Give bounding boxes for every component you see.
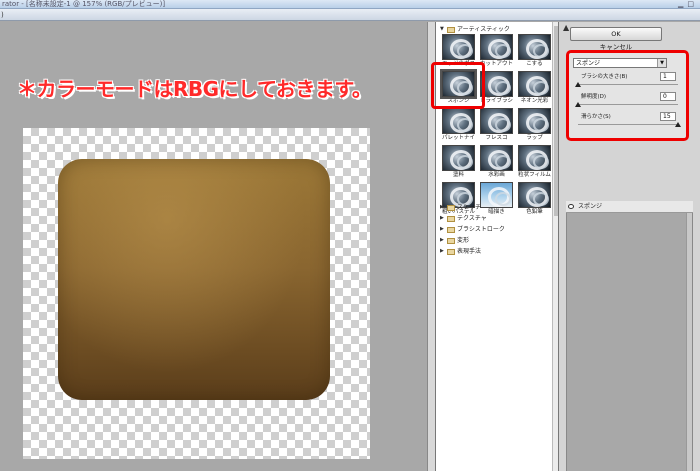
filter-thumb-5[interactable]: ネオン光彩 [518, 71, 551, 107]
filter-thumb-14[interactable]: 色鉛筆 [518, 182, 551, 218]
annotation-note: ＊カラーモードはRBGにしておきます。 [17, 77, 372, 101]
menu-strip: ) [0, 9, 700, 21]
filter-preview-image [480, 108, 513, 134]
param-label: ブラシの大きさ(B) [581, 74, 628, 80]
folder-icon [447, 215, 455, 222]
effect-layer-row[interactable]: スポンジ [566, 201, 693, 213]
filter-preview-image [518, 145, 551, 171]
slider-knob[interactable] [675, 122, 681, 127]
folder-item[interactable]: ▶ 表現手法 [440, 247, 481, 256]
sponge-texture-plate [58, 159, 330, 400]
title-bar: rator - [名称未設定-1 @ 157% (RGB/プレビュー)] ▁ □ [0, 0, 700, 9]
folder-label: テクスチャ [457, 215, 487, 222]
expanded-triangle-icon: ▼ [440, 26, 444, 32]
eye-icon[interactable] [568, 204, 574, 209]
slider-knob[interactable] [575, 102, 581, 107]
gallery-scroll-thumb[interactable] [554, 26, 558, 216]
filter-thumb-label: 色鉛筆 [526, 209, 543, 215]
filter-thumb-label: 塗料 [452, 172, 464, 178]
filter-preview-image [480, 34, 513, 60]
ok-button[interactable]: OK [570, 27, 662, 41]
folder-icon [447, 248, 455, 255]
transparent-canvas [23, 128, 370, 459]
window-controls: ▁ □ [678, 0, 694, 8]
folder-item[interactable]: ▶ テクスチャ [440, 214, 487, 223]
folder-icon [447, 226, 455, 233]
collapsed-triangle-icon: ▶ [440, 226, 444, 232]
effect-layers-panel [566, 201, 693, 471]
param-value-input[interactable]: 15 [660, 112, 676, 121]
filter-thumb-label: 粒状フィルム [518, 172, 551, 178]
minimize-icon[interactable]: ▁ [678, 0, 683, 8]
chevron-down-icon[interactable]: ▼ [657, 59, 666, 67]
filter-select-value: スポンジ [576, 60, 601, 67]
filter-thumb-8[interactable]: ラップ [518, 108, 551, 144]
param-label: 鮮明度(D) [581, 94, 607, 100]
folder-item[interactable]: ▶ ブラシストローク [440, 225, 505, 234]
folder-item[interactable]: ▶ スケッチ [440, 203, 481, 212]
filter-preview-image [442, 145, 475, 171]
filter-thumb-7[interactable]: フレスコ [480, 108, 513, 144]
folder-artistic[interactable]: ▼ アーティスティック [440, 25, 510, 34]
filter-thumb-9[interactable]: 塗料 [442, 145, 475, 181]
layers-scrollbar[interactable] [686, 213, 692, 471]
filter-preview-image [442, 108, 475, 134]
filter-thumb-label: ネオン光彩 [520, 98, 549, 104]
folder-label: ブラシストローク [457, 226, 505, 233]
maximize-icon[interactable]: □ [687, 0, 694, 8]
selected-filter-highlight [431, 62, 485, 109]
filter-preview-image [480, 182, 513, 208]
filter-gallery-window: rator - [名称未設定-1 @ 157% (RGB/プレビュー)] ▁ □… [0, 0, 700, 471]
filter-thumb-13[interactable]: 暗描き [480, 182, 513, 218]
folder-label: 表現手法 [457, 248, 482, 255]
filter-preview-image [442, 34, 475, 60]
filter-thumb-label: 水彩画 [488, 172, 505, 178]
menu-strip-text: ) [1, 11, 4, 19]
filter-thumb-label: パレットナイフ [442, 135, 475, 141]
folder-label: アーティスティック [457, 26, 510, 33]
filter-thumb-label: こする [526, 61, 543, 67]
filter-preview-image [518, 71, 551, 97]
filter-preview-image [518, 182, 551, 208]
filter-thumb-6[interactable]: パレットナイフ [442, 108, 475, 144]
param-label: 滑らかさ(S) [581, 114, 611, 120]
param-slider[interactable] [575, 82, 678, 87]
param-slider[interactable] [575, 102, 678, 107]
effect-layer-name: スポンジ [578, 203, 603, 210]
folder-item[interactable]: ▶ 変形 [440, 236, 469, 245]
filter-thumb-label: フレスコ [485, 135, 508, 141]
filter-preview-image [480, 145, 513, 171]
collapse-icon[interactable]: ▲ [563, 23, 569, 32]
collapsed-triangle-icon: ▶ [440, 215, 444, 221]
folder-icon [447, 237, 455, 244]
collapsed-triangle-icon: ▶ [440, 204, 444, 210]
filter-select[interactable]: スポンジ ▼ [573, 58, 667, 68]
param-value-input[interactable]: 0 [660, 92, 676, 101]
filter-preview-image [518, 34, 551, 60]
folder-icon [447, 204, 455, 211]
folder-label: スケッチ [457, 204, 482, 211]
gallery-scrollbar[interactable] [552, 22, 558, 471]
collapsed-triangle-icon: ▶ [440, 248, 444, 254]
filter-preview-image [518, 108, 551, 134]
filter-thumb-10[interactable]: 水彩画 [480, 145, 513, 181]
folder-icon [447, 26, 455, 33]
window-title: rator - [名称未設定-1 @ 157% (RGB/プレビュー)] [2, 0, 166, 8]
filter-thumb-2[interactable]: こする [518, 34, 551, 70]
param-value-input[interactable]: 1 [660, 72, 676, 81]
filter-thumb-label: ラップ [526, 135, 543, 141]
filter-thumb-11[interactable]: 粒状フィルム [518, 145, 551, 181]
collapsed-triangle-icon: ▶ [440, 237, 444, 243]
param-slider[interactable] [578, 122, 681, 127]
filter-thumb-12[interactable]: 粗いパステル画 [442, 182, 475, 218]
preview-area[interactable]: ＊カラーモードはRBGにしておきます。 [0, 22, 427, 471]
folder-label: 変形 [457, 237, 470, 244]
slider-knob[interactable] [575, 82, 581, 87]
